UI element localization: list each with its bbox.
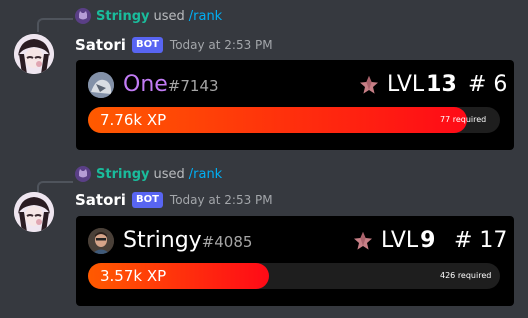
reply-command[interactable]: /rank <box>189 167 222 182</box>
card-discriminator: #4085 <box>201 233 253 251</box>
xp-bar: 7.76k XP 77 required <box>88 107 500 133</box>
rank-value: # 6 <box>468 72 508 97</box>
timestamp[interactable]: Today at 2:53 PM <box>170 38 273 52</box>
reply-command[interactable]: /rank <box>189 9 222 24</box>
xp-required: 77 required <box>440 115 487 124</box>
bot-badge: BOT <box>131 37 163 53</box>
card-username: Stringy <box>123 228 202 253</box>
reply-username[interactable]: Stringy <box>96 9 149 24</box>
level-value: 13 <box>426 72 457 97</box>
level-display: LVL 9 <box>353 228 435 254</box>
card-username: One <box>123 72 168 97</box>
rank-value: # 17 <box>454 228 508 253</box>
pink-star-icon <box>360 76 378 94</box>
avatar[interactable] <box>14 192 54 232</box>
xp-required: 426 required <box>440 271 492 280</box>
xp-value: 3.57k XP <box>100 267 167 285</box>
reply-reference[interactable]: Stringy used /rank <box>75 166 222 182</box>
reply-used-text: used <box>153 8 185 24</box>
reply-username[interactable]: Stringy <box>96 167 149 182</box>
cat-icon <box>75 166 91 182</box>
level-label: LVL <box>387 72 425 97</box>
rank-card: Stringy#4085 LVL 9 # 17 3.57k XP 426 req… <box>76 216 514 306</box>
card-discriminator: #7143 <box>167 77 219 95</box>
author-name[interactable]: Satori <box>75 191 126 209</box>
reply-used-text: used <box>153 166 185 182</box>
author-name[interactable]: Satori <box>75 36 126 54</box>
card-username-line: Stringy#4085 <box>123 228 252 255</box>
bot-badge: BOT <box>131 192 163 208</box>
level-label: LVL <box>381 228 419 253</box>
level-display: LVL 13 <box>359 72 457 98</box>
xp-value: 7.76k XP <box>100 111 167 129</box>
message-header: Satori BOT Today at 2:53 PM <box>75 191 273 209</box>
card-username-line: One#7143 <box>123 72 219 99</box>
xp-bar: 3.57k XP 426 required <box>88 263 500 289</box>
timestamp[interactable]: Today at 2:53 PM <box>170 193 273 207</box>
avatar[interactable] <box>14 34 54 74</box>
card-avatar <box>88 228 114 254</box>
reply-connector <box>37 18 73 32</box>
card-avatar <box>88 72 114 98</box>
level-value: 9 <box>420 228 436 253</box>
cat-icon <box>75 8 91 24</box>
message-header: Satori BOT Today at 2:53 PM <box>75 36 273 54</box>
reply-reference[interactable]: Stringy used /rank <box>75 8 222 24</box>
rank-card: One#7143 LVL 13 # 6 7.76k XP 77 required <box>76 60 514 150</box>
pink-star-icon <box>354 232 372 250</box>
